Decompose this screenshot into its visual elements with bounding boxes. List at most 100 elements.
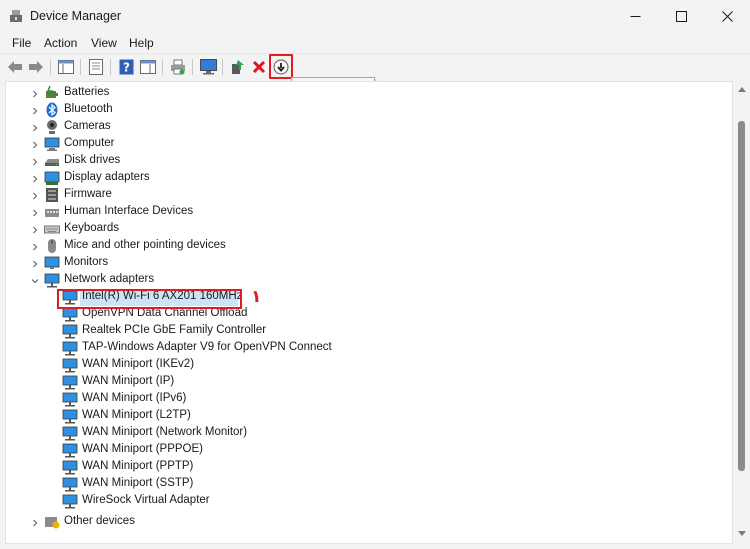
chevron-right-icon: [33, 519, 38, 527]
computer-icon: [44, 137, 60, 151]
chevron-right-icon: [33, 209, 38, 217]
network-adapter-icon: [62, 358, 78, 373]
maximize-icon: [675, 11, 687, 22]
tree-item-label: WAN Miniport (L2TP): [82, 409, 191, 421]
scroll-up-icon[interactable]: [738, 87, 746, 92]
display-adapter-icon: [44, 171, 60, 185]
chevron-right-icon: [33, 90, 38, 98]
selected-item-highlight: [57, 289, 242, 309]
menu-action[interactable]: Action: [44, 36, 77, 50]
tree-item-label: Network adapters: [64, 273, 155, 285]
menu-help[interactable]: Help: [129, 36, 154, 50]
chevron-right-icon: [33, 226, 38, 234]
tree-item-label: Display adapters: [64, 171, 150, 183]
network-adapter-icon: [62, 375, 78, 390]
tree-item-label: Batteries: [64, 86, 110, 98]
network-adapter-icon: [44, 273, 60, 288]
monitor-icon: [44, 256, 60, 269]
console-tree-icon: [58, 60, 74, 74]
chevron-right-icon: [33, 175, 38, 183]
chevron-right-icon: [33, 192, 38, 200]
forward-button[interactable]: [26, 57, 46, 77]
scan-hardware-button[interactable]: [198, 57, 218, 77]
bluetooth-icon: [46, 102, 58, 118]
network-adapter-icon: [62, 341, 78, 356]
help-icon: ?: [119, 59, 133, 75]
menu-bar: File Action View Help: [0, 33, 750, 53]
tree-item-label: Disk drives: [64, 154, 121, 166]
menu-view[interactable]: View: [91, 36, 117, 50]
help-button[interactable]: ?: [116, 57, 136, 77]
tree-item-label: Monitors: [64, 256, 109, 268]
mouse-icon: [48, 239, 56, 253]
tree-item-label: Other devices: [64, 515, 135, 527]
tree-item-label: Human Interface Devices: [64, 205, 194, 217]
scroll-down-icon[interactable]: [738, 531, 746, 536]
printer-icon: [171, 59, 185, 75]
tree-item-label: WAN Miniport (IPv6): [82, 392, 187, 404]
tree-item-label: Computer: [64, 137, 115, 149]
red-x-icon: [252, 60, 266, 74]
menu-file[interactable]: File: [12, 36, 31, 50]
action-pane-button[interactable]: [138, 57, 158, 77]
svg-text:?: ?: [123, 61, 130, 75]
tree-item-label: Firmware: [64, 188, 112, 200]
disk-drive-icon: [45, 159, 59, 166]
firmware-icon: [46, 188, 58, 202]
action-pane-icon: [140, 60, 156, 74]
update-driver-icon: [232, 60, 244, 74]
show-hide-console-tree-button[interactable]: [56, 57, 76, 77]
print-button[interactable]: [168, 57, 188, 77]
network-adapter-icon: [62, 443, 78, 458]
tree-item-label: WAN Miniport (IKEv2): [82, 358, 195, 370]
close-icon: [721, 11, 733, 22]
scrollbar-thumb[interactable]: [738, 121, 745, 471]
minimize-icon: [630, 16, 640, 17]
hid-icon: [45, 209, 59, 217]
window-title: Device Manager: [30, 9, 122, 23]
other-devices-icon: [45, 517, 60, 529]
vertical-scrollbar[interactable]: [733, 81, 750, 544]
network-adapter-icon: [62, 494, 78, 509]
properties-button[interactable]: [86, 57, 106, 77]
chevron-right-icon: [33, 158, 38, 166]
chevron-right-icon: [33, 243, 38, 251]
scan-monitor-icon: [199, 59, 217, 75]
close-button[interactable]: [704, 0, 750, 33]
device-tree[interactable]: Batteries Bluetooth Cameras Computer Dis…: [5, 81, 733, 544]
network-adapter-icon: [62, 409, 78, 424]
maximize-button[interactable]: [658, 0, 704, 33]
title-bar: Device Manager: [0, 0, 750, 33]
tree-item-label: Mice and other pointing devices: [64, 239, 226, 251]
forward-arrow-icon: [29, 61, 43, 73]
chevron-right-icon: [33, 124, 38, 132]
chevron-down-icon: [31, 279, 39, 284]
minimize-button[interactable]: [612, 0, 658, 33]
network-adapter-icon: [62, 324, 78, 339]
keyboard-icon: [44, 225, 60, 234]
update-driver-button[interactable]: [228, 57, 248, 77]
tree-item-label: Bluetooth: [64, 103, 113, 115]
chevron-right-icon: [33, 107, 38, 115]
chevron-right-icon: [33, 141, 38, 149]
back-arrow-icon: [8, 61, 22, 73]
back-button[interactable]: [5, 57, 25, 77]
device-manager-icon: [10, 10, 22, 22]
tree-item-label: WAN Miniport (PPPOE): [82, 443, 203, 455]
tree-item-label: WAN Miniport (SSTP): [82, 477, 194, 489]
network-adapter-icon: [62, 426, 78, 441]
tree-item-label: TAP-Windows Adapter V9 for OpenVPN Conne…: [82, 341, 332, 353]
tree-item-label: WAN Miniport (PPTP): [82, 460, 194, 472]
uninstall-device-button[interactable]: [249, 57, 269, 77]
tree-item-label: Realtek PCIe GbE Family Controller: [82, 324, 267, 336]
tree-item-label: WireSock Virtual Adapter: [82, 494, 210, 506]
tree-item-label: Cameras: [64, 120, 111, 132]
network-adapter-icon: [62, 477, 78, 492]
properties-icon: [89, 59, 103, 75]
tree-item-label: WAN Miniport (Network Monitor): [82, 426, 248, 438]
tree-item-label: Keyboards: [64, 222, 119, 234]
battery-icon: [46, 85, 58, 98]
chevron-right-icon: [33, 260, 38, 268]
network-adapter-icon: [62, 392, 78, 407]
network-adapter-icon: [62, 460, 78, 475]
